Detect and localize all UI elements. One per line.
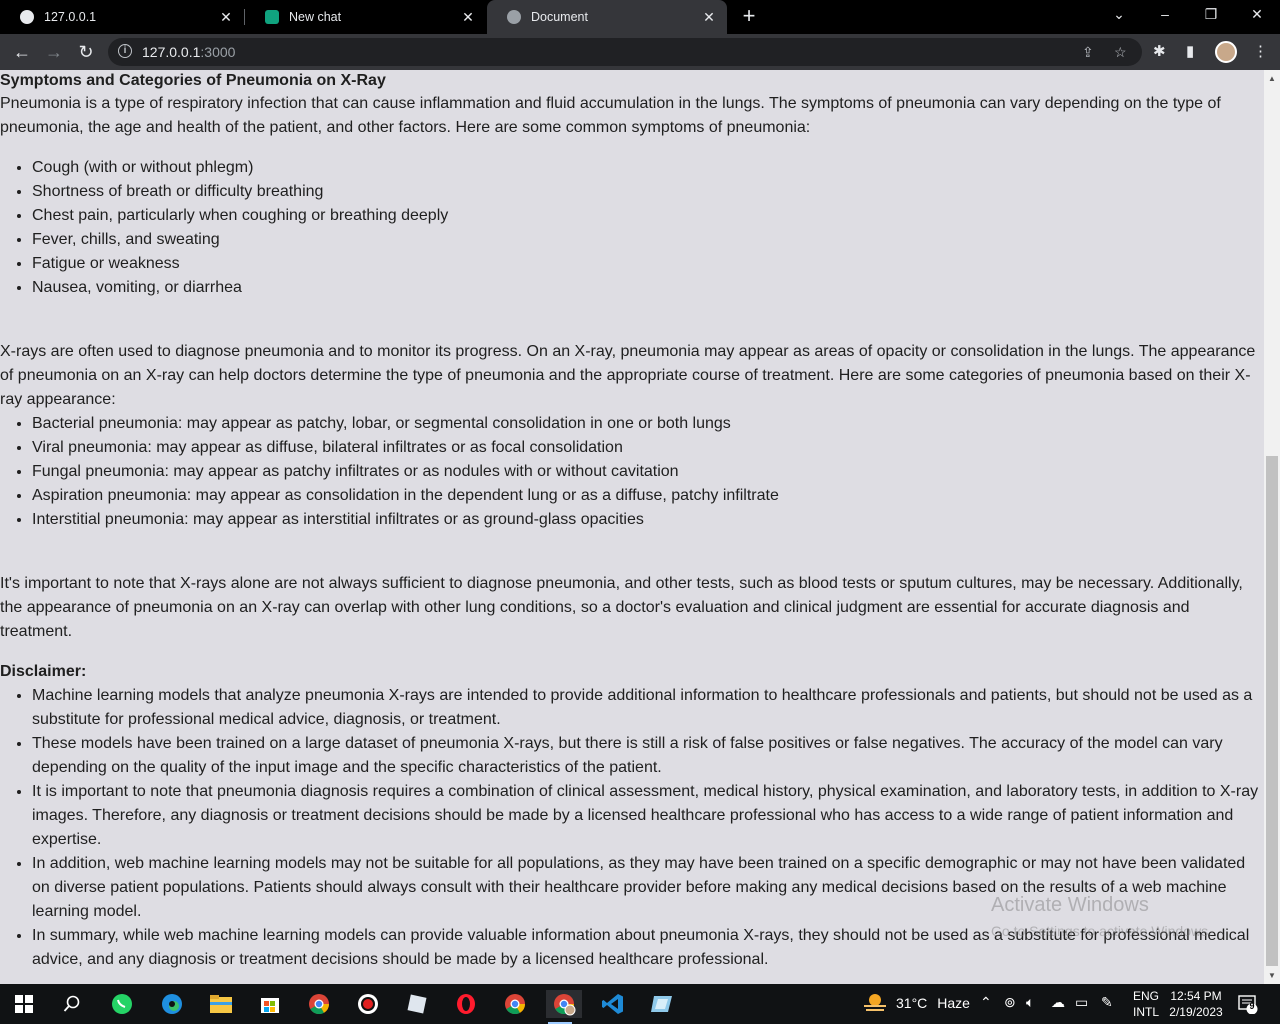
tab-search-icon[interactable]: ⌄ [1104, 6, 1134, 23]
haze-weather-icon [864, 994, 886, 1011]
app-icon[interactable] [403, 990, 431, 1018]
pen-icon[interactable]: ✎ [1101, 994, 1113, 1011]
tab-document[interactable]: Document ✕ [487, 0, 727, 34]
clock-date: 2/19/2023 [1169, 1005, 1223, 1019]
volume-icon[interactable]: 🔈︎ [1026, 994, 1034, 1011]
chrome-profile-icon[interactable] [546, 990, 582, 1024]
scrollbar-thumb[interactable] [1266, 456, 1278, 966]
list-item: These models have been trained on a larg… [32, 732, 1264, 780]
share-icon[interactable]: ⇪ [1082, 44, 1094, 61]
list-item: It is important to note that pneumonia d… [32, 780, 1264, 852]
globe-icon [20, 10, 34, 24]
tab-strip: 127.0.0.1 ✕ New chat ✕ Document ✕ + ⌄ – … [0, 0, 1280, 34]
browser-toolbar: ← → ↻ i 127.0.0.1:3000 ⇪ ☆ ✱ ▮ ⋮ [0, 34, 1280, 70]
page-title: Symptoms and Categories of Pneumonia on … [0, 72, 386, 89]
extensions-icon[interactable]: ✱ [1153, 42, 1166, 60]
display-icon[interactable]: ▭ [1075, 994, 1088, 1011]
tab-new-chat[interactable]: New chat ✕ [245, 0, 486, 34]
language-indicator[interactable]: ENG INTL [1133, 988, 1159, 1020]
chrome-icon[interactable] [501, 990, 529, 1018]
activate-windows-watermark: Activate Windows Go to Settings to activ… [991, 893, 1212, 941]
clock[interactable]: 12:54 PM 2/19/2023 [1166, 988, 1226, 1020]
scroll-up-arrow-icon[interactable]: ▲ [1268, 74, 1276, 83]
profile-avatar[interactable] [1215, 41, 1237, 63]
list-item: Fungal pneumonia: may appear as patchy i… [32, 460, 1264, 484]
tab-title: Document [531, 10, 588, 24]
forward-button[interactable]: → [42, 40, 66, 64]
back-button[interactable]: ← [10, 40, 34, 64]
meet-now-icon[interactable]: ⊚ [1004, 994, 1016, 1011]
site-info-icon[interactable]: i [118, 44, 132, 58]
url-text[interactable]: 127.0.0.1:3000 [142, 44, 235, 60]
vertical-scrollbar[interactable]: ▲ ▼ [1264, 70, 1280, 984]
bookmark-star-icon[interactable]: ☆ [1114, 44, 1127, 61]
list-item: Interstitial pneumonia: may appear as in… [32, 508, 1264, 532]
list-item: Viral pneumonia: may appear as diffuse, … [32, 436, 1264, 460]
close-window-button[interactable]: ✕ [1242, 6, 1272, 23]
globe-icon [507, 10, 521, 24]
list-item: Machine learning models that analyze pne… [32, 684, 1264, 732]
list-item: Aspiration pneumonia: may appear as cons… [32, 484, 1264, 508]
watermark-subtitle: Go to Settings to activate Windows. [991, 923, 1212, 939]
weather-text: Haze [937, 995, 970, 1011]
edge-icon[interactable] [158, 990, 186, 1018]
list-item: Nausea, vomiting, or diarrhea [32, 276, 1264, 300]
new-tab-button[interactable]: + [738, 5, 760, 27]
opera-icon[interactable] [452, 990, 480, 1018]
tab-title: New chat [289, 10, 342, 24]
list-item: Chest pain, particularly when coughing o… [32, 204, 1264, 228]
chatgpt-icon [265, 10, 279, 24]
disclaimer-heading: Disclaimer: [0, 663, 87, 680]
list-item: Fatigue or weakness [32, 252, 1264, 276]
list-item: Shortness of breath or difficulty breath… [32, 180, 1264, 204]
windows-logo-icon [15, 995, 33, 1013]
chevron-up-icon[interactable]: ⌃ [980, 994, 992, 1011]
document-content: Symptoms and Categories of Pneumonia on … [0, 70, 1264, 972]
network-icon[interactable]: ☁ [1051, 994, 1065, 1011]
close-tab-icon[interactable]: ✕ [701, 9, 717, 26]
close-tab-icon[interactable]: ✕ [218, 9, 234, 26]
clock-time: 12:54 PM [1170, 989, 1222, 1003]
weather-widget[interactable]: 31°C Haze [862, 992, 970, 1014]
categories-list: Bacterial pneumonia: may appear as patch… [0, 412, 1264, 532]
minimize-button[interactable]: – [1150, 6, 1180, 22]
recorder-icon[interactable] [354, 990, 382, 1018]
side-panel-icon[interactable]: ▮ [1186, 42, 1194, 60]
menu-kebab-icon[interactable]: ⋮ [1253, 42, 1268, 60]
reload-button[interactable]: ↻ [74, 40, 98, 64]
windows-taskbar: 31°C Haze ⌃ ⊚ 🔈︎ ☁ ▭ ✎ ENG INTL 12:54 PM… [0, 984, 1280, 1024]
notification-center[interactable]: 9 [1238, 994, 1258, 1017]
store-icon[interactable] [256, 990, 284, 1018]
intro-paragraph: Pneumonia is a type of respiratory infec… [0, 95, 1221, 136]
watermark-title: Activate Windows [991, 894, 1149, 916]
tab-127[interactable]: 127.0.0.1 ✕ [0, 0, 244, 34]
address-bar[interactable]: i 127.0.0.1:3000 ⇪ ☆ [108, 38, 1142, 66]
tab-title: 127.0.0.1 [44, 10, 97, 24]
app-icon[interactable] [648, 990, 676, 1018]
search-icon[interactable] [58, 990, 86, 1018]
notification-count: 9 [1249, 1001, 1255, 1011]
close-tab-icon[interactable]: ✕ [460, 9, 476, 26]
list-item: Cough (with or without phlegm) [32, 156, 1264, 180]
scroll-down-arrow-icon[interactable]: ▼ [1268, 971, 1276, 980]
vscode-icon[interactable] [599, 990, 627, 1018]
xray-paragraph: X-rays are often used to diagnose pneumo… [0, 343, 1256, 408]
whatsapp-icon[interactable] [108, 990, 136, 1018]
note-paragraph: It's important to note that X-rays alone… [0, 575, 1243, 640]
page-viewport: Symptoms and Categories of Pneumonia on … [0, 70, 1264, 984]
list-item: Fever, chills, and sweating [32, 228, 1264, 252]
file-explorer-icon[interactable] [207, 990, 235, 1018]
restore-button[interactable]: ❐ [1196, 6, 1226, 23]
start-button[interactable] [10, 990, 38, 1018]
symptoms-list: Cough (with or without phlegm) Shortness… [0, 156, 1264, 300]
weather-temp: 31°C [896, 995, 928, 1011]
list-item: Bacterial pneumonia: may appear as patch… [32, 412, 1264, 436]
chrome-icon[interactable] [305, 990, 333, 1018]
